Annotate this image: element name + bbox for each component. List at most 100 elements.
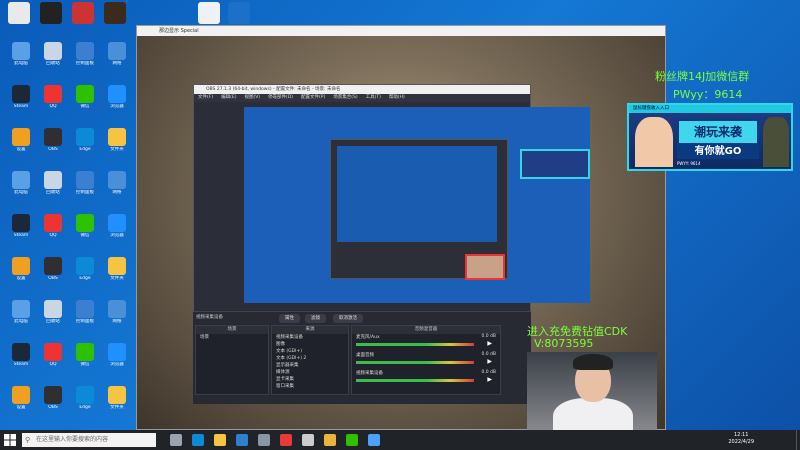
task-view-icon[interactable] xyxy=(170,434,182,446)
desktop-icon[interactable]: 微信 xyxy=(68,83,102,123)
source-item[interactable]: 显卡采集 xyxy=(272,376,348,383)
obs-menu-item[interactable]: 视图(V) xyxy=(244,95,260,100)
desktop-icon[interactable]: 浏览器 xyxy=(100,341,134,381)
source-item[interactable]: 媒体源 xyxy=(272,369,348,376)
mixer-track: 麦克风/Aux 0.0 dB ▶ xyxy=(352,334,500,352)
desktop-icon[interactable]: QQ xyxy=(36,341,70,381)
banner-title: 潮玩来袭 xyxy=(677,119,759,145)
obs-menu-item[interactable]: 帮助(H) xyxy=(389,95,405,100)
desktop-icon[interactable]: 设置 xyxy=(4,126,38,166)
folder-icon xyxy=(108,386,126,404)
webcam-feed xyxy=(527,352,657,437)
desktop-icon[interactable]: 回收站 xyxy=(36,298,70,338)
obs-menu-item[interactable]: 停靠部件(D) xyxy=(268,95,293,100)
desktop-icon[interactable]: OBS xyxy=(36,126,70,166)
file-icon[interactable] xyxy=(198,2,220,24)
obs-menu-item[interactable]: 场景集合(S) xyxy=(333,95,357,100)
desktop-icon[interactable]: 网络 xyxy=(100,169,134,209)
edge-icon[interactable] xyxy=(192,434,204,446)
filters-button[interactable]: 滤镜 xyxy=(305,314,326,323)
qq-icon[interactable] xyxy=(368,434,380,446)
desktop-icon[interactable]: 文件夹 xyxy=(100,255,134,295)
obs-menu-item[interactable]: 配置文件(P) xyxy=(301,95,325,100)
desktop-icon[interactable]: Edge xyxy=(68,126,102,166)
obs-title: OBS 27.1.3 (64-bit, windows) - 配置文件: 未命名… xyxy=(206,87,341,92)
recycle-bin-icon xyxy=(44,300,62,318)
scene-item[interactable]: 场景 xyxy=(196,334,268,341)
obs-icon xyxy=(44,128,62,146)
desktop-icon[interactable]: Edge xyxy=(68,255,102,295)
desktop-icon[interactable]: 此电脑 xyxy=(4,298,38,338)
speaker-icon[interactable]: ▶ xyxy=(487,376,492,383)
source-item[interactable]: 文本 (GDI+) 2 xyxy=(272,355,348,362)
desktop-icon[interactable]: 回收站 xyxy=(36,169,70,209)
desktop-icon-label: 设置 xyxy=(16,405,26,410)
desktop-icon[interactable]: QQ xyxy=(36,83,70,123)
desktop-icon[interactable]: Steam xyxy=(4,83,38,123)
desktop-icon[interactable]: 设置 xyxy=(4,255,38,295)
source-item[interactable]: 窗口采集 xyxy=(272,383,348,390)
store-icon[interactable] xyxy=(236,434,248,446)
desktop-icon[interactable]: Steam xyxy=(4,341,38,381)
obs-menu-item[interactable]: 文件(F) xyxy=(198,95,213,100)
desktop-icon[interactable]: Edge xyxy=(68,384,102,424)
desktop-icon[interactable]: OBS xyxy=(36,384,70,424)
desktop-icon[interactable]: 文件夹 xyxy=(100,126,134,166)
desktop-icon[interactable]: 网络 xyxy=(100,298,134,338)
app-icon-1[interactable] xyxy=(8,2,30,24)
recycle-bin-icon xyxy=(44,171,62,189)
source-item[interactable]: 显示器采集 xyxy=(272,362,348,369)
taskbar-clock[interactable]: 12:11 2022/4/29 xyxy=(728,432,754,446)
speaker-icon[interactable]: ▶ xyxy=(487,358,492,365)
desktop-icon-label: 控制面板 xyxy=(76,190,94,195)
source-item[interactable]: 文本 (GDI+) xyxy=(272,348,348,355)
deactivate-button[interactable]: 取消激活 xyxy=(333,314,363,323)
desktop-icon[interactable]: 此电脑 xyxy=(4,40,38,80)
desktop-icon[interactable]: 浏览器 xyxy=(100,212,134,252)
preview-window-titlebar[interactable]: 那边显示 Special xyxy=(137,26,665,36)
desktop-icon-label: 文件夹 xyxy=(110,405,124,410)
source-item[interactable]: 视频采集设备 xyxy=(272,334,348,341)
desktop-icon[interactable]: 设置 xyxy=(4,384,38,424)
scenes-dock: 场景 场景 xyxy=(195,325,269,395)
app-icon-2[interactable] xyxy=(40,2,62,24)
desktop-icon[interactable]: 微信 xyxy=(68,212,102,252)
app-icon-3[interactable] xyxy=(72,2,94,24)
file-explorer-icon[interactable] xyxy=(214,434,226,446)
obs-icon[interactable] xyxy=(302,434,314,446)
desktop-icon[interactable]: 控制面板 xyxy=(68,169,102,209)
speaker-icon[interactable]: ▶ xyxy=(487,340,492,347)
desktop-icon[interactable]: 控制面板 xyxy=(68,298,102,338)
app-icon-5[interactable] xyxy=(228,2,250,24)
desktop-icon[interactable]: 文件夹 xyxy=(100,384,134,424)
desktop-icon[interactable]: 微信 xyxy=(68,341,102,381)
desktop-icon[interactable]: 控制面板 xyxy=(68,40,102,80)
properties-button[interactable]: 属性 xyxy=(279,314,300,323)
desktop-icon[interactable]: QQ xyxy=(36,212,70,252)
desktop-icon[interactable]: OBS xyxy=(36,255,70,295)
desktop-icon-label: Steam xyxy=(13,233,29,238)
source-item[interactable]: 图像 xyxy=(272,341,348,348)
obs-menu-item[interactable]: 编辑(E) xyxy=(221,95,236,100)
desktop-icon-label: 网络 xyxy=(112,190,122,195)
desktop-icon[interactable]: 此电脑 xyxy=(4,169,38,209)
windows-start-icon[interactable] xyxy=(4,434,16,446)
obs-icon xyxy=(44,386,62,404)
desktop-icon[interactable]: 网络 xyxy=(100,40,134,80)
desktop-icon-label: 回收站 xyxy=(46,319,60,324)
search-icon: ⚲ xyxy=(25,436,31,444)
taskbar-search-input[interactable]: ⚲ 在这里输入你要搜索的内容 xyxy=(22,433,156,447)
desktop-icon[interactable]: 浏览器 xyxy=(100,83,134,123)
desktop-icon[interactable]: Steam xyxy=(4,212,38,252)
app-icon-4[interactable] xyxy=(104,2,126,24)
obs-preview-canvas[interactable] xyxy=(244,107,590,303)
obs-menu-item[interactable]: 工具(T) xyxy=(366,95,381,100)
chrome-icon[interactable] xyxy=(324,434,336,446)
steam-icon[interactable] xyxy=(258,434,270,446)
controls-dock xyxy=(505,325,529,395)
wechat-icon[interactable] xyxy=(346,434,358,446)
obs-titlebar[interactable]: OBS 27.1.3 (64-bit, windows) - 配置文件: 未命名… xyxy=(194,85,530,94)
desktop-icon[interactable]: 回收站 xyxy=(36,40,70,80)
netease-music-icon[interactable] xyxy=(280,434,292,446)
show-desktop-button[interactable] xyxy=(796,430,800,450)
